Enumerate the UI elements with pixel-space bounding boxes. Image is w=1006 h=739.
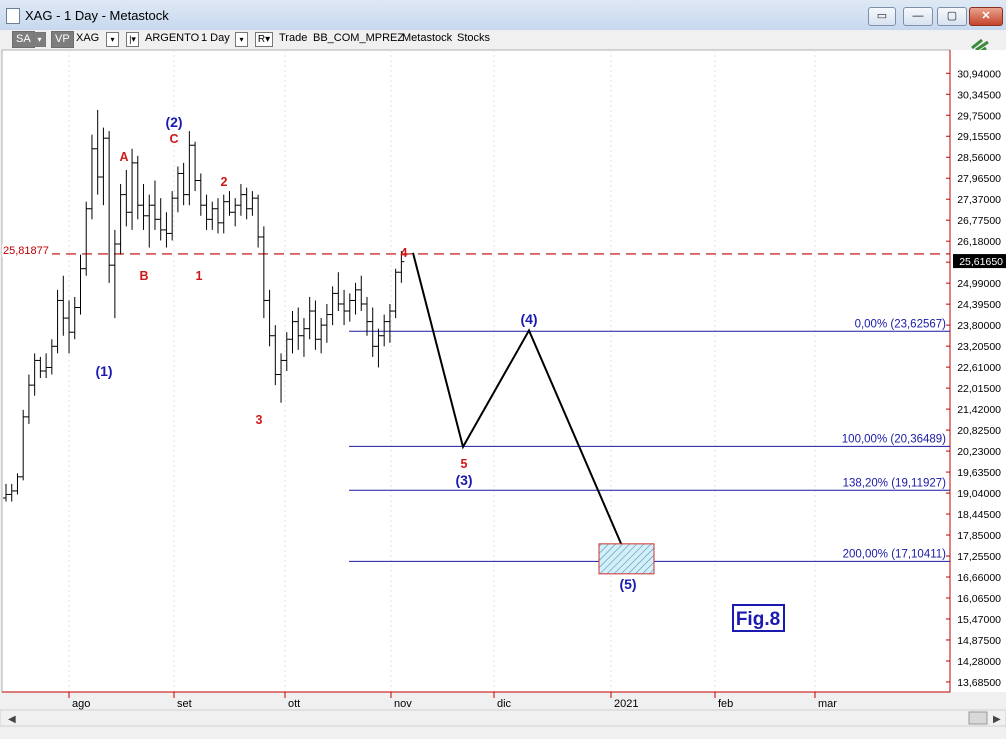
wave-label-minor: B [139, 269, 148, 283]
minimize-button[interactable]: — [903, 7, 933, 26]
last-price-label: 25,61650 [959, 256, 1003, 268]
fib-level-label: 138,20% (19,11927) [843, 477, 947, 489]
period-toggle[interactable]: |▾ [126, 32, 139, 47]
wave-label-minor: 1 [196, 269, 203, 283]
time-axis-label: dic [497, 698, 512, 710]
time-axis-label: 2021 [614, 698, 638, 710]
close-button[interactable]: ✕ [969, 7, 1003, 26]
price-axis-label: 20,82500 [957, 425, 1001, 437]
maximize-button[interactable]: ▢ [937, 7, 967, 26]
price-axis-label: 26,77500 [957, 215, 1001, 227]
symbol-dropdown[interactable]: ▾ [106, 32, 119, 47]
price-axis-label: 17,25500 [957, 551, 1001, 563]
price-axis-label: 19,04000 [957, 488, 1001, 500]
wave-label-minor: 2 [221, 175, 228, 189]
security-name: ARGENTO [145, 32, 200, 44]
wave-label-major: (1) [95, 363, 112, 379]
app-label: Metastock [402, 32, 453, 44]
chart-area: ago set ott nov dic 2021 feb mar 30,94000 30,3450… [0, 49, 1006, 734]
resistance-label: 25,81877 [3, 245, 49, 257]
wave-label-major: (5) [619, 576, 636, 592]
fib-level-label: 200,00% (17,10411) [843, 548, 947, 560]
price-axis-label: 21,42000 [957, 404, 1001, 416]
price-axis-label: 29,75000 [957, 110, 1001, 122]
price-axis-label: 16,66000 [957, 572, 1001, 584]
wave-label-major: (3) [455, 472, 472, 488]
price-axis-label: 17,85000 [957, 530, 1001, 542]
scroll-right-arrow[interactable]: ▶ [993, 714, 1001, 725]
price-axis-label: 14,87500 [957, 635, 1001, 647]
vp-button[interactable]: VP [51, 31, 74, 48]
time-axis-label: ott [288, 698, 300, 710]
wave-label-major: (4) [520, 311, 537, 327]
time-axis-label: set [177, 698, 192, 710]
price-axis-label: 18,44500 [957, 509, 1001, 521]
price-axis-label: 13,68500 [957, 677, 1001, 689]
time-axis-label: mar [818, 698, 837, 710]
wave-label-minor: C [169, 132, 178, 146]
horizontal-scrollbar[interactable] [0, 709, 1006, 727]
price-axis-label: 28,56000 [957, 152, 1001, 164]
restore-layout-button[interactable]: ▭ [868, 7, 896, 26]
price-axis-label: 29,15500 [957, 131, 1001, 143]
scroll-left-arrow[interactable]: ◀ [8, 714, 16, 725]
document-icon [6, 8, 20, 24]
price-axis-label: 23,20500 [957, 341, 1001, 353]
target-box [598, 543, 655, 575]
interval-dropdown[interactable]: ▾ [235, 32, 248, 47]
price-chart[interactable]: ago set ott nov dic 2021 feb mar 30,94000 30,3450… [0, 49, 1006, 734]
mode-label: Trade [279, 32, 308, 44]
price-axis-label: 30,94000 [957, 68, 1001, 80]
price-axis-label: 27,37000 [957, 194, 1001, 206]
price-axis-label: 27,96500 [957, 173, 1001, 185]
plot-background [1, 49, 951, 693]
price-axis-label: 14,28000 [957, 656, 1001, 668]
time-axis-label: nov [394, 698, 412, 710]
price-axis-label: 16,06500 [957, 593, 1001, 605]
wave-label-major: (2) [165, 114, 182, 130]
source-label: BB_COM_MPREZ [313, 32, 405, 44]
price-axis-label: 22,61000 [957, 362, 1001, 374]
wave-label-minor: A [119, 150, 128, 164]
scrollbar-thumb[interactable] [968, 711, 988, 725]
r-button[interactable]: R▾ [255, 32, 273, 47]
sa-dropdown[interactable]: ▾ [33, 32, 46, 47]
chart-toolbar: SA ▾ VP XAG ▾ |▾ ARGENTO 1 Day ▾ R▾ Trad… [0, 30, 1006, 49]
price-axis-label: 15,47000 [957, 614, 1001, 626]
sa-button[interactable]: SA [12, 31, 35, 48]
wave-label-minor: 3 [256, 413, 263, 427]
price-axis-label: 22,01500 [957, 383, 1001, 395]
price-axis-label: 23,80000 [957, 320, 1001, 332]
window-title: XAG - 1 Day - Metastock [25, 8, 169, 23]
fig-label: Fig.8 [736, 609, 780, 630]
fib-level-label: 100,00% (20,36489) [842, 433, 946, 445]
time-axis-label: feb [718, 698, 733, 710]
category-label: Stocks [457, 32, 491, 44]
interval-label[interactable]: 1 Day [201, 32, 230, 44]
fib-level-label: 0,00% (23,62567) [855, 318, 947, 330]
wave-label-minor: 4 [401, 246, 408, 260]
price-axis-label: 24,99000 [957, 278, 1001, 290]
title-bar: XAG - 1 Day - Metastock ▭ — ▢ ✕ [0, 0, 1006, 31]
price-axis-label: 26,18000 [957, 236, 1001, 248]
price-axis-label: 30,34500 [957, 89, 1001, 101]
wave-label-minor: 5 [461, 457, 468, 471]
time-axis-label: ago [72, 698, 90, 710]
price-axis-label: 20,23000 [957, 446, 1001, 458]
price-axis-label: 24,39500 [957, 299, 1001, 311]
price-axis-label: 19,63500 [957, 467, 1001, 479]
symbol-label[interactable]: XAG [76, 32, 99, 44]
